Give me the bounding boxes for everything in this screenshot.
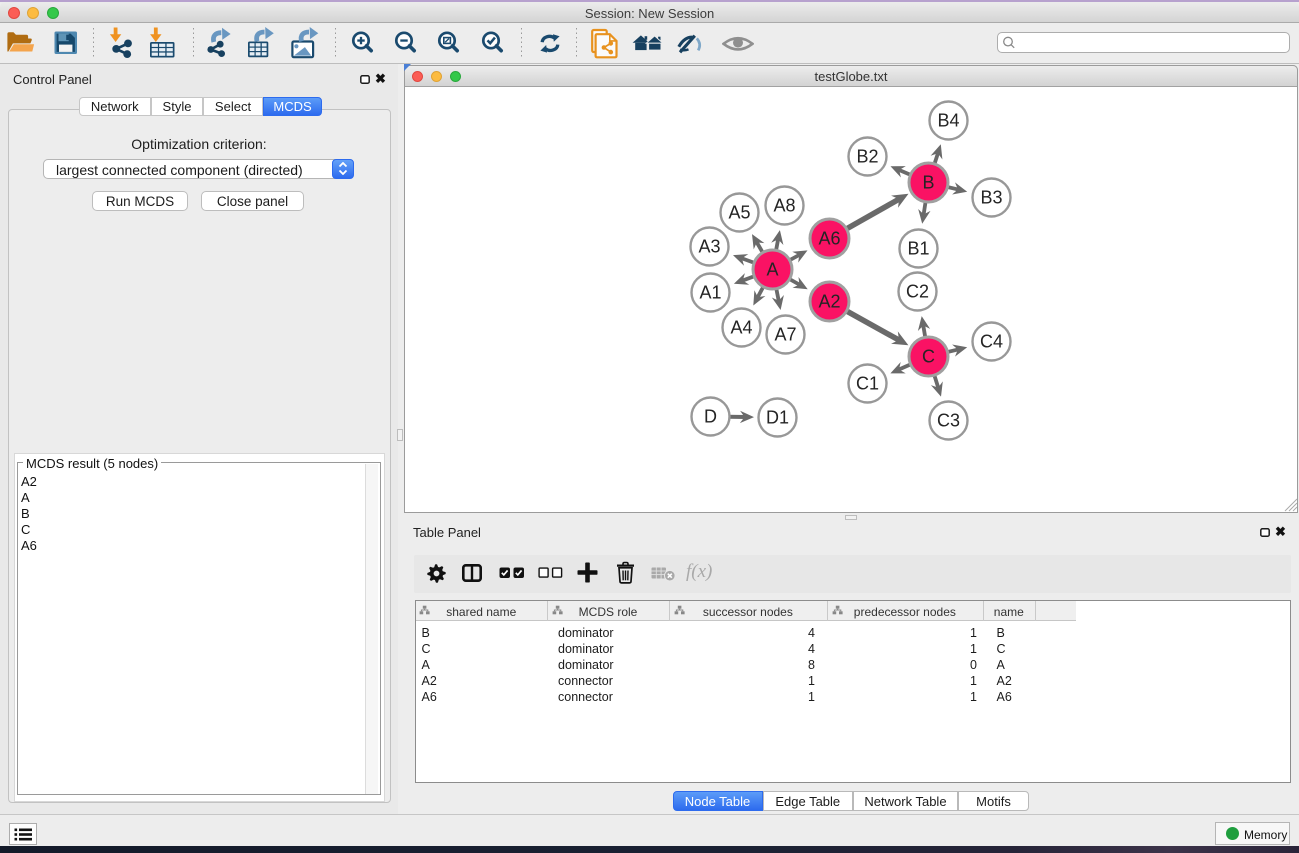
- svg-text:A6: A6: [818, 228, 840, 248]
- svg-text:D: D: [704, 406, 717, 426]
- svg-text:A: A: [766, 259, 778, 279]
- svg-text:B1: B1: [907, 238, 929, 258]
- svg-text:B3: B3: [980, 187, 1002, 207]
- svg-text:A8: A8: [773, 195, 795, 215]
- svg-text:A1: A1: [699, 282, 721, 302]
- svg-text:C: C: [922, 346, 935, 366]
- svg-text:B4: B4: [937, 110, 959, 130]
- svg-text:D1: D1: [765, 407, 788, 427]
- svg-text:B: B: [922, 172, 934, 192]
- svg-text:C3: C3: [936, 410, 959, 430]
- svg-text:C1: C1: [855, 373, 878, 393]
- svg-text:C4: C4: [979, 331, 1002, 351]
- svg-text:A2: A2: [818, 291, 840, 311]
- svg-text:B2: B2: [856, 146, 878, 166]
- svg-text:A7: A7: [774, 324, 796, 344]
- svg-text:C2: C2: [905, 281, 928, 301]
- svg-text:A5: A5: [728, 202, 750, 222]
- svg-text:A4: A4: [730, 317, 752, 337]
- svg-text:A3: A3: [698, 236, 720, 256]
